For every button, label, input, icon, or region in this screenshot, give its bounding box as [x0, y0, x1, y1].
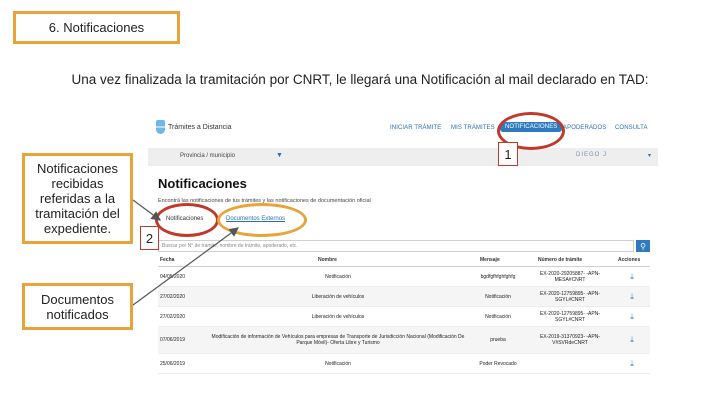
callout-arrows — [132, 199, 239, 306]
arrow-to-documentos-tab — [132, 227, 239, 306]
arrow-to-notificaciones-tab — [132, 199, 161, 221]
